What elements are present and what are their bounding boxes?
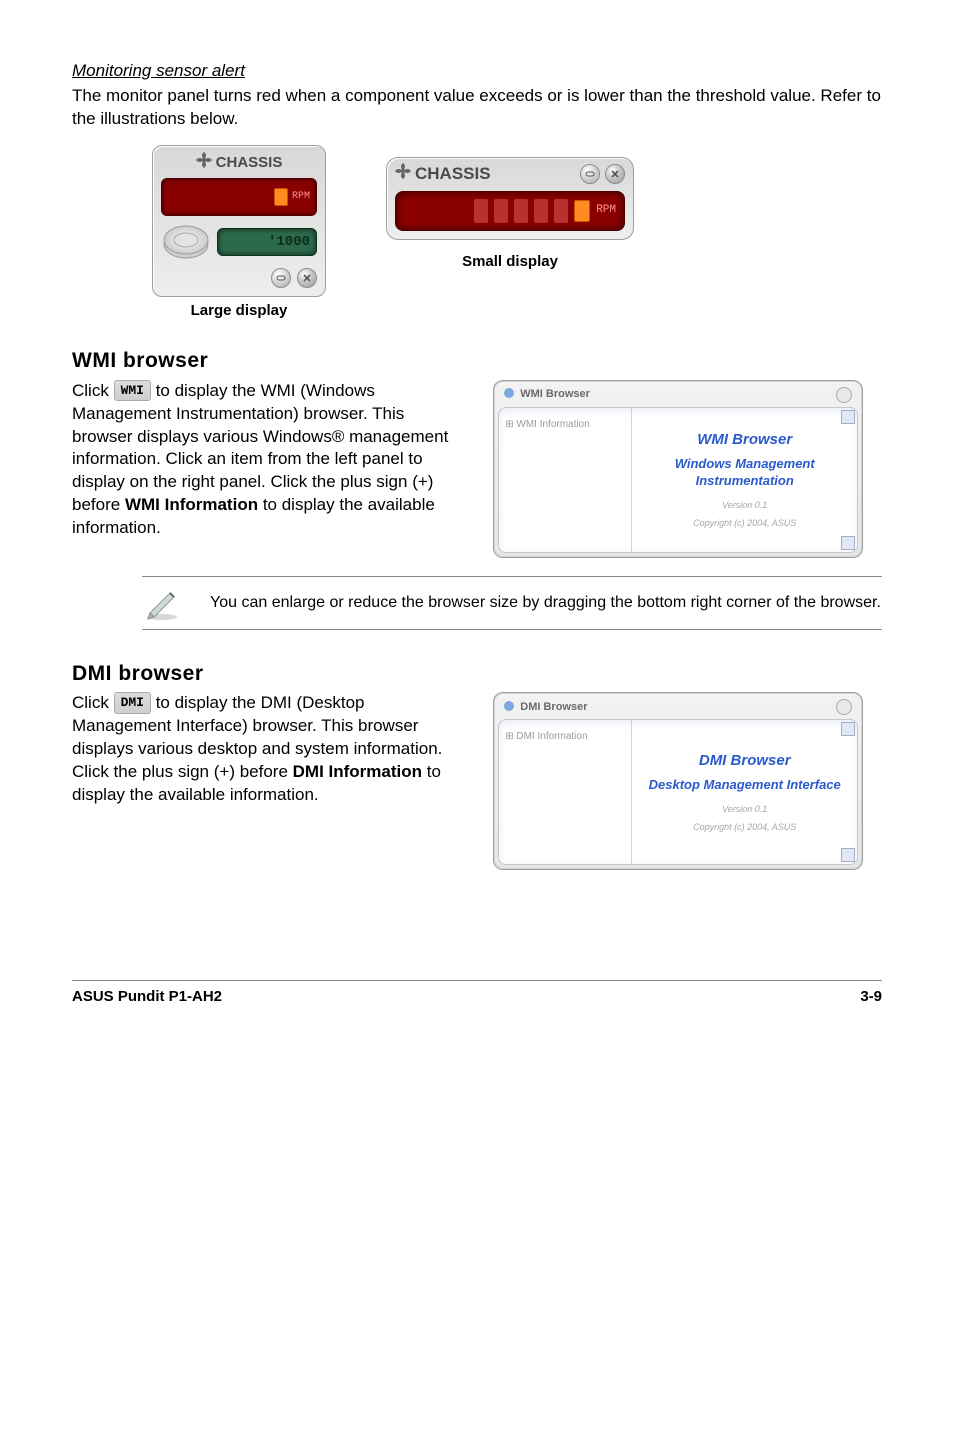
alert-indicator-icon <box>274 188 288 206</box>
content-pane: DMI Browser Desktop Management Interface… <box>632 720 857 864</box>
window-title: DMI Browser <box>520 701 587 713</box>
tree-root-node[interactable]: DMI Information <box>505 730 625 744</box>
content-pane: WMI Browser Windows Management Instrumen… <box>632 408 857 552</box>
pane-heading: WMI Browser <box>636 430 853 450</box>
threshold-value: 1000 <box>276 233 310 252</box>
close-icon[interactable] <box>836 699 852 715</box>
rpm-unit-label: RPM <box>596 203 616 218</box>
copyright-label: Copyright (c) 2004, ASUS <box>636 517 853 529</box>
pencil-icon <box>142 583 182 623</box>
close-icon[interactable] <box>605 164 625 184</box>
fan-icon <box>395 163 411 186</box>
wmi-button-icon[interactable]: WMI <box>114 380 151 402</box>
rpm-readout: RPM <box>161 178 317 216</box>
toggle-size-icon[interactable] <box>580 164 600 184</box>
body-text: Click DMI to display the DMI (Desktop Ma… <box>72 692 459 807</box>
note-callout: You can enlarge or reduce the browser si… <box>142 576 882 630</box>
copyright-label: Copyright (c) 2004, ASUS <box>636 821 853 833</box>
wmi-browser-window: WMI Browser WMI Information WMI Browser … <box>493 380 863 558</box>
body-text: Click WMI to display the WMI (Windows Ma… <box>72 380 459 541</box>
dmi-browser-window: DMI Browser DMI Information DMI Browser … <box>493 692 863 870</box>
tree-root-node[interactable]: WMI Information <box>505 418 625 432</box>
version-label: Version 0.1 <box>636 499 853 511</box>
dmi-button-icon[interactable]: DMI <box>114 692 151 714</box>
footer-page-number: 3-9 <box>860 987 882 1007</box>
text-run: Click <box>72 693 114 712</box>
small-display-figure: CHASSIS RPM Small display <box>386 157 634 272</box>
threshold-readout: '1000 <box>217 228 317 256</box>
large-display-figure: CHASSIS RPM '1000 <box>152 145 326 322</box>
chassis-panel-large: CHASSIS RPM '1000 <box>152 145 326 297</box>
bold-term: WMI Information <box>125 495 258 514</box>
app-icon <box>504 701 514 711</box>
version-label: Version 0.1 <box>636 803 853 815</box>
text-run: Click <box>72 381 114 400</box>
close-icon[interactable] <box>297 268 317 288</box>
note-text: You can enlarge or reduce the browser si… <box>210 592 881 614</box>
panel-title: CHASSIS <box>216 153 283 173</box>
figure-caption: Small display <box>386 252 634 272</box>
page-footer: ASUS Pundit P1-AH2 3-9 <box>72 980 882 1007</box>
pane-subtitle: Desktop Management Interface <box>636 777 853 794</box>
close-icon[interactable] <box>836 387 852 403</box>
section-subheading: Monitoring sensor alert <box>72 60 882 83</box>
bold-term: DMI Information <box>293 762 422 781</box>
threshold-knob-icon[interactable] <box>161 222 211 262</box>
scroll-up-icon[interactable] <box>841 722 855 736</box>
footer-product: ASUS Pundit P1-AH2 <box>72 987 222 1007</box>
pane-subtitle: Windows Management Instrumentation <box>636 456 853 490</box>
figure-caption: Large display <box>152 301 326 321</box>
rpm-unit-label: RPM <box>292 190 310 204</box>
app-icon <box>504 388 514 398</box>
section-heading: DMI browser <box>72 660 882 688</box>
pane-heading: DMI Browser <box>636 751 853 771</box>
alert-indicator-icon <box>574 200 590 222</box>
rpm-readout: RPM <box>395 191 625 231</box>
body-text: The monitor panel turns red when a compo… <box>72 85 882 131</box>
scroll-down-icon[interactable] <box>841 848 855 862</box>
toggle-size-icon[interactable] <box>271 268 291 288</box>
scroll-up-icon[interactable] <box>841 410 855 424</box>
panel-title: CHASSIS <box>415 163 491 186</box>
scroll-down-icon[interactable] <box>841 536 855 550</box>
chassis-panel-small: CHASSIS RPM <box>386 157 634 240</box>
window-title: WMI Browser <box>520 388 590 400</box>
fan-icon <box>196 152 212 174</box>
section-heading: WMI browser <box>72 347 882 375</box>
